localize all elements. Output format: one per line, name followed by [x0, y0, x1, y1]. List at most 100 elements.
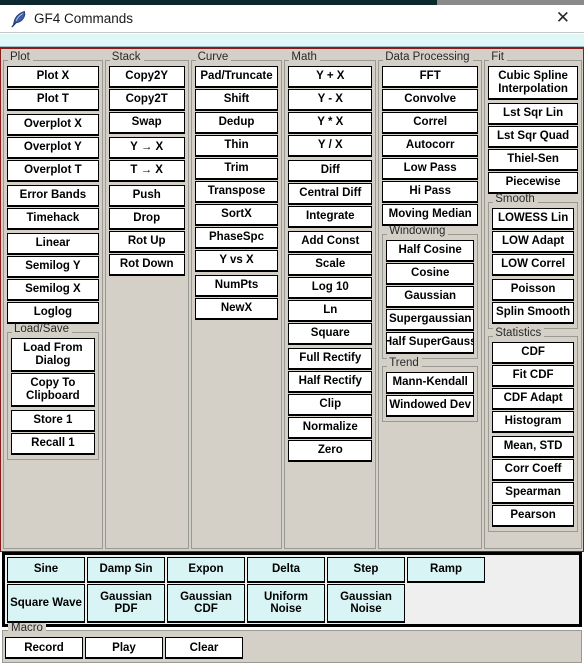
- command-button-copy2y[interactable]: Copy2Y: [108, 66, 185, 87]
- command-button-load-from-dialog[interactable]: Load From Dialog: [11, 338, 95, 371]
- command-button-pearson[interactable]: Pearson: [492, 505, 574, 526]
- command-button-full-rectify[interactable]: Full Rectify: [288, 348, 373, 369]
- command-button-convolve[interactable]: Convolve: [382, 89, 479, 110]
- command-button-normalize[interactable]: Normalize: [288, 417, 373, 438]
- macro-button-play[interactable]: Play: [85, 637, 163, 658]
- command-button-add-const[interactable]: Add Const: [288, 231, 373, 252]
- command-button-low-correl[interactable]: LOW Correl: [492, 254, 574, 275]
- command-button-histogram[interactable]: Histogram: [492, 411, 574, 432]
- command-button-rot-up[interactable]: Rot Up: [108, 231, 185, 252]
- command-button-shift[interactable]: Shift: [194, 89, 279, 110]
- command-button-y-x[interactable]: Y + X: [288, 66, 373, 87]
- command-button-cubic-spline-interpolation[interactable]: Cubic Spline Interpolation: [488, 66, 578, 99]
- command-button-log-10[interactable]: Log 10: [288, 277, 373, 298]
- command-button-splin-smooth[interactable]: Splin Smooth: [492, 302, 574, 323]
- command-button-mann-kendall[interactable]: Mann-Kendall: [386, 372, 475, 393]
- command-button-numpts[interactable]: NumPts: [194, 275, 279, 296]
- command-button-overplot-x[interactable]: Overplot X: [7, 114, 99, 135]
- command-button-ln[interactable]: Ln: [288, 300, 373, 321]
- command-button-piecewise[interactable]: Piecewise: [488, 172, 578, 193]
- command-button-cdf[interactable]: CDF: [492, 342, 574, 363]
- command-button-low-pass[interactable]: Low Pass: [382, 158, 479, 179]
- command-button-lst-sqr-quad[interactable]: Lst Sqr Quad: [488, 126, 578, 147]
- command-button-windowed-dev[interactable]: Windowed Dev: [386, 395, 475, 416]
- command-button-error-bands[interactable]: Error Bands: [7, 185, 99, 206]
- command-button-diff[interactable]: Diff: [288, 160, 373, 181]
- title-bar: GF4 Commands ✕: [0, 5, 584, 33]
- command-button-rot-down[interactable]: Rot Down: [108, 254, 185, 275]
- command-button-spearman[interactable]: Spearman: [492, 482, 574, 503]
- generator-button-expon[interactable]: Expon: [167, 557, 245, 582]
- command-button-plot-x[interactable]: Plot X: [7, 66, 99, 87]
- command-button-autocorr[interactable]: Autocorr: [382, 135, 479, 156]
- command-button-y-x[interactable]: Y / X: [288, 135, 373, 156]
- command-button-gaussian[interactable]: Gaussian: [386, 286, 475, 307]
- command-button-half-cosine[interactable]: Half Cosine: [386, 240, 475, 261]
- command-button-newx[interactable]: NewX: [194, 298, 279, 319]
- command-button-timehack[interactable]: Timehack: [7, 208, 99, 229]
- close-icon[interactable]: ✕: [556, 10, 570, 27]
- command-button-lst-sqr-lin[interactable]: Lst Sqr Lin: [488, 103, 578, 124]
- command-button-semilog-x[interactable]: Semilog X: [7, 279, 99, 300]
- command-button-thiel-sen[interactable]: Thiel-Sen: [488, 149, 578, 170]
- generator-button-step[interactable]: Step: [327, 557, 405, 582]
- command-button-poisson[interactable]: Poisson: [492, 279, 574, 300]
- command-button-recall-1[interactable]: Recall 1: [11, 433, 95, 454]
- command-button-linear[interactable]: Linear: [7, 233, 99, 254]
- generator-button-uniform-noise[interactable]: Uniform Noise: [247, 584, 325, 622]
- command-button-drop[interactable]: Drop: [108, 208, 185, 229]
- generator-button-gaussian-cdf[interactable]: Gaussian CDF: [167, 584, 245, 622]
- command-button-lowess-lin[interactable]: LOWESS Lin: [492, 208, 574, 229]
- command-button-correl[interactable]: Correl: [382, 112, 479, 133]
- generator-button-sine[interactable]: Sine: [7, 557, 85, 582]
- generator-button-gaussian-pdf[interactable]: Gaussian PDF: [87, 584, 165, 622]
- command-button-trim[interactable]: Trim: [194, 158, 279, 179]
- command-button-clip[interactable]: Clip: [288, 394, 373, 415]
- command-button-transpose[interactable]: Transpose: [194, 181, 279, 202]
- command-button-zero[interactable]: Zero: [288, 440, 373, 461]
- command-button-sortx[interactable]: SortX: [194, 204, 279, 225]
- command-button-overplot-y[interactable]: Overplot Y: [7, 137, 99, 158]
- command-button-low-adapt[interactable]: LOW Adapt: [492, 231, 574, 252]
- command-button-dedup[interactable]: Dedup: [194, 112, 279, 133]
- command-button-half-rectify[interactable]: Half Rectify: [288, 371, 373, 392]
- macro-button-clear[interactable]: Clear: [165, 637, 243, 658]
- command-button-y-x[interactable]: Y → X: [108, 137, 185, 158]
- command-button-cdf-adapt[interactable]: CDF Adapt: [492, 388, 574, 409]
- command-button-y-x[interactable]: Y - X: [288, 89, 373, 110]
- command-button-plot-t[interactable]: Plot T: [7, 89, 99, 110]
- generator-button-delta[interactable]: Delta: [247, 557, 325, 582]
- command-button-thin[interactable]: Thin: [194, 135, 279, 156]
- command-button-supergaussian[interactable]: Supergaussian: [386, 309, 475, 330]
- generator-button-damp-sin[interactable]: Damp Sin: [87, 557, 165, 582]
- command-button-half-supergauss[interactable]: Half SuperGauss: [386, 332, 475, 353]
- generator-button-square-wave[interactable]: Square Wave: [7, 584, 85, 622]
- command-button-push[interactable]: Push: [108, 185, 185, 206]
- command-button-overplot-t[interactable]: Overplot T: [7, 160, 99, 181]
- command-button-store-1[interactable]: Store 1: [11, 410, 95, 431]
- command-button-cosine[interactable]: Cosine: [386, 263, 475, 284]
- command-button-central-diff[interactable]: Central Diff: [288, 183, 373, 204]
- command-button-semilog-y[interactable]: Semilog Y: [7, 256, 99, 277]
- command-button-hi-pass[interactable]: Hi Pass: [382, 181, 479, 202]
- command-button-swap[interactable]: Swap: [108, 112, 185, 133]
- command-button-copy-to-clipboard[interactable]: Copy To Clipboard: [11, 373, 95, 406]
- command-button-loglog[interactable]: Loglog: [7, 302, 99, 323]
- command-button-pad-truncate[interactable]: Pad/Truncate: [194, 66, 279, 87]
- macro-button-record[interactable]: Record: [5, 637, 83, 658]
- command-button-square[interactable]: Square: [288, 323, 373, 344]
- command-button-scale[interactable]: Scale: [288, 254, 373, 275]
- command-button-moving-median[interactable]: Moving Median: [382, 204, 479, 225]
- command-button-copy2t[interactable]: Copy2T: [108, 89, 185, 110]
- command-button-corr-coeff[interactable]: Corr Coeff: [492, 459, 574, 480]
- command-button-mean-std[interactable]: Mean, STD: [492, 436, 574, 457]
- command-button-y-vs-x[interactable]: Y vs X: [194, 250, 279, 271]
- command-button-fit-cdf[interactable]: Fit CDF: [492, 365, 574, 386]
- generator-button-ramp[interactable]: Ramp: [407, 557, 485, 582]
- generator-button-gaussian-noise[interactable]: Gaussian Noise: [327, 584, 405, 622]
- command-button-y-x[interactable]: Y * X: [288, 112, 373, 133]
- command-button-integrate[interactable]: Integrate: [288, 206, 373, 227]
- command-button-phasespc[interactable]: PhaseSpc: [194, 227, 279, 248]
- command-button-t-x[interactable]: T → X: [108, 160, 185, 181]
- command-button-fft[interactable]: FFT: [382, 66, 479, 87]
